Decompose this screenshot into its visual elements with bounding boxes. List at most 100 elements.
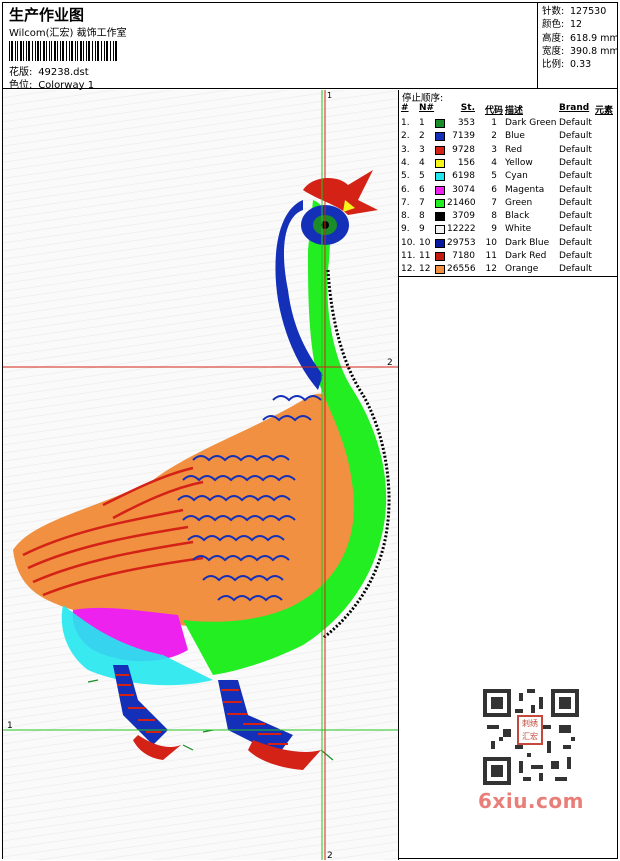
row-index: 1.	[401, 118, 410, 128]
row-index: 7.	[401, 197, 410, 208]
row-description: Yellow	[505, 157, 533, 168]
row-stitches: 26556	[447, 264, 476, 275]
row-code: 12	[485, 264, 497, 275]
stop-sequence-row: 3. 3 9728 3 Red Default	[399, 144, 617, 157]
row-index: 12.	[401, 264, 416, 275]
row-needle: 4	[419, 157, 425, 168]
stop-sequence-row: 2. 2 7139 2 Blue Default	[399, 130, 617, 143]
color-swatch	[435, 212, 445, 222]
row-needle: 5	[419, 171, 425, 182]
row-stitches: 7180	[452, 251, 475, 261]
stop-sequence-panel: 停止顺序: # N# St. 代码 描述 Brand 元素 1. 1 353 1 Dar…	[399, 90, 617, 277]
guide-label-bottom: 2	[327, 851, 333, 860]
row-description: Green	[505, 197, 533, 208]
stop-sequence-row: 1. 1 353 1 Dark Green Default	[399, 117, 617, 130]
row-brand: Default	[559, 251, 592, 261]
row-brand: Default	[559, 184, 592, 195]
row-description: White	[505, 224, 532, 235]
stop-sequence-row: 11. 11 7180 11 Dark Red Default	[399, 250, 617, 263]
row-description: Red	[505, 144, 523, 155]
design-preview: 1 2 2 1	[3, 90, 398, 860]
row-brand: Default	[559, 171, 592, 182]
watermark: 刺绣 汇宏 6xiu.com	[473, 683, 589, 817]
color-swatch	[435, 158, 445, 168]
color-swatch	[435, 238, 445, 248]
header-info: 生产作业图 Wilcom(汇宏) 裁饰工作室 花版: 49238.dst 色位:…	[3, 3, 538, 91]
row-description: Cyan	[505, 171, 528, 182]
production-worksheet: 生产作业图 Wilcom(汇宏) 裁饰工作室 花版: 49238.dst 色位:…	[2, 2, 619, 860]
row-description: Dark Green	[505, 118, 557, 128]
row-index: 11.	[401, 251, 416, 261]
color-swatch	[435, 119, 445, 128]
colorway: 色位: Colorway 1	[9, 76, 94, 91]
row-needle: 8	[419, 211, 425, 222]
row-brand: Default	[559, 237, 592, 248]
stat-stitches: 针数: 127530	[542, 6, 607, 17]
row-needle: 6	[419, 184, 425, 195]
row-stitches: 3709	[452, 211, 475, 222]
stop-sequence-row: 4. 4 156 4 Yellow Default	[399, 157, 617, 170]
row-code: 3	[491, 144, 497, 155]
row-description: Black	[505, 211, 530, 222]
row-needle: 12	[419, 264, 431, 275]
stop-sequence-row: 5. 5 6198 5 Cyan Default	[399, 170, 617, 183]
page-title: 生产作业图	[9, 6, 85, 24]
row-needle: 9	[419, 224, 425, 235]
row-code: 9	[491, 224, 497, 235]
color-swatch	[435, 265, 445, 275]
row-stitches: 353	[457, 118, 475, 128]
design-stats: 针数: 127530 颜色: 12 高度: 618.9 mm 宽度: 390.8 mm …	[539, 3, 619, 89]
stop-sequence-header: # N# St. 代码 描述 Brand 元素	[401, 103, 614, 116]
guide-label-top: 1	[327, 91, 332, 100]
row-needle: 7	[419, 197, 425, 208]
stat-colors: 颜色: 12	[542, 19, 583, 31]
stop-sequence-row: 6. 6 3074 6 Magenta Default	[399, 184, 617, 197]
seal-stamp: 刺绣 汇宏	[517, 715, 543, 745]
row-index: 10.	[401, 237, 416, 248]
row-index: 3.	[401, 144, 410, 155]
row-needle: 3	[419, 144, 425, 155]
row-code: 4	[491, 157, 497, 168]
row-code: 2	[491, 131, 497, 142]
row-code: 10	[485, 237, 497, 248]
row-brand: Default	[559, 131, 592, 142]
row-index: 5.	[401, 171, 410, 182]
row-stitches: 9728	[452, 144, 475, 155]
stat-width: 宽度: 390.8 mm	[542, 45, 619, 57]
row-code: 5	[491, 171, 497, 182]
row-index: 9.	[401, 224, 410, 235]
row-needle: 2	[419, 131, 425, 142]
stop-sequence-row: 12. 12 26556 12 Orange Default	[399, 263, 617, 276]
color-swatch	[435, 185, 445, 195]
row-description: Orange	[505, 264, 539, 275]
row-brand: Default	[559, 264, 592, 275]
row-stitches: 29753	[447, 237, 476, 248]
row-stitches: 12222	[447, 224, 476, 235]
row-needle: 1	[419, 118, 425, 128]
row-description: Dark Red	[505, 251, 547, 261]
goose-embroidery-image: 1 2 2 1	[3, 90, 398, 860]
row-code: 6	[491, 184, 497, 195]
row-description: Blue	[505, 131, 525, 142]
row-code: 8	[491, 211, 497, 222]
stop-sequence-row: 7. 7 21460 7 Green Default	[399, 197, 617, 210]
watermark-site-text: 6xiu.com	[478, 789, 584, 813]
guide-label-right: 2	[387, 358, 393, 368]
row-brand: Default	[559, 224, 592, 235]
row-stitches: 21460	[447, 197, 476, 208]
guide-label-left: 1	[7, 721, 13, 731]
color-swatch	[435, 252, 445, 261]
row-brand: Default	[559, 118, 592, 128]
row-needle: 11	[419, 251, 431, 261]
color-swatch	[435, 132, 445, 142]
row-stitches: 7139	[452, 131, 475, 142]
color-swatch	[435, 172, 445, 182]
row-index: 2.	[401, 131, 410, 142]
color-swatch	[435, 145, 445, 155]
row-index: 4.	[401, 157, 410, 168]
stop-sequence-row: 10. 10 29753 10 Dark Blue Default	[399, 237, 617, 250]
studio-name: Wilcom(汇宏) 裁饰工作室	[9, 28, 127, 39]
row-brand: Default	[559, 197, 592, 208]
stop-sequence-row: 8. 8 3709 8 Black Default	[399, 210, 617, 223]
row-description: Magenta	[505, 184, 545, 195]
